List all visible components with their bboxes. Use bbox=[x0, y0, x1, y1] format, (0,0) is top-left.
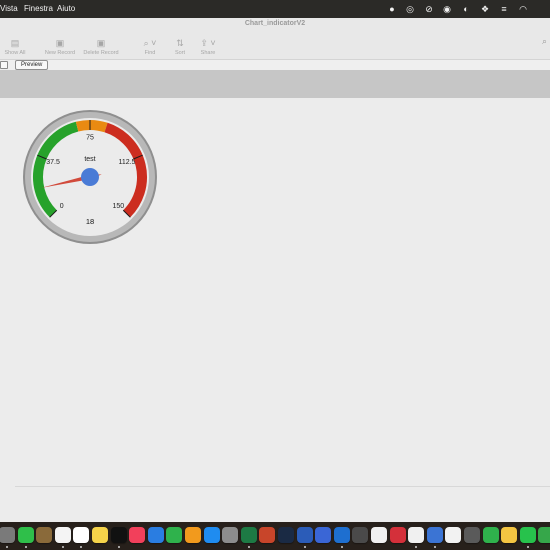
gauge-hub bbox=[81, 168, 99, 186]
system-preferences-icon[interactable] bbox=[222, 527, 239, 543]
folder-icon[interactable] bbox=[36, 527, 53, 543]
notes-icon[interactable] bbox=[92, 527, 108, 543]
search-icon: ⌕ ˅ bbox=[143, 38, 157, 48]
new-record-icon: ▣ bbox=[55, 38, 65, 48]
music-icon[interactable] bbox=[129, 527, 146, 543]
gauge-tick-label: 37.5 bbox=[46, 159, 60, 166]
menu-bar: Vista Finestra Aiuto ● ◎ ⊘ ◉ ◐ ❖ ≡ ◠ bbox=[0, 0, 550, 18]
dock-running-indicator bbox=[247, 546, 250, 548]
keynote-icon[interactable] bbox=[147, 527, 164, 543]
quick-search-icon[interactable]: ⌕ bbox=[542, 36, 547, 47]
layout-bottom-divider bbox=[15, 486, 550, 487]
outlook-icon[interactable] bbox=[333, 527, 350, 543]
dock-running-indicator bbox=[433, 546, 436, 548]
reminders-icon[interactable] bbox=[73, 527, 90, 543]
dock-running-indicator bbox=[303, 546, 306, 548]
share-button[interactable]: ⇪ ˅ Share bbox=[198, 36, 218, 56]
layout-content: 0 37.5 75 112.5 150 test 18 bbox=[0, 98, 550, 522]
gauge-title: test bbox=[84, 156, 95, 163]
filemaker-icon[interactable] bbox=[371, 527, 387, 543]
find-label: Find bbox=[144, 50, 156, 56]
gauge-tick-label: 0 bbox=[60, 203, 64, 210]
sliders-icon[interactable]: ≡ bbox=[498, 3, 510, 15]
pages-icon[interactable] bbox=[185, 527, 201, 543]
calendar-icon[interactable] bbox=[54, 527, 71, 543]
chrome-icon[interactable] bbox=[445, 527, 462, 543]
gauge-band-1 bbox=[75, 120, 108, 133]
powerpoint-icon[interactable] bbox=[259, 527, 276, 543]
delete-record-button[interactable]: ▣ Delete Record bbox=[82, 36, 120, 56]
filemaker-green-icon[interactable] bbox=[482, 527, 499, 543]
header-band bbox=[0, 70, 550, 98]
dock-running-indicator bbox=[415, 546, 418, 548]
menu-vista[interactable]: Vista bbox=[0, 4, 18, 13]
word-icon[interactable] bbox=[296, 527, 313, 543]
gauge-tick-label: 75 bbox=[86, 135, 94, 142]
new-record-label: New Record bbox=[44, 50, 76, 56]
record-icon[interactable]: ● bbox=[386, 3, 398, 15]
whatsapp-icon[interactable] bbox=[519, 527, 536, 543]
dock bbox=[0, 522, 550, 550]
slash-icon[interactable]: ⊘ bbox=[423, 3, 435, 15]
sort-button[interactable]: ⇅ Sort bbox=[172, 36, 188, 56]
close-circle-icon[interactable] bbox=[538, 527, 550, 543]
sort-icon: ⇅ bbox=[176, 38, 184, 48]
shield-app-icon[interactable] bbox=[389, 527, 406, 543]
find-button[interactable]: ⌕ ˅ Find bbox=[140, 36, 160, 56]
show-all-button[interactable]: ▤ Show All bbox=[4, 36, 26, 56]
app-store-icon[interactable] bbox=[203, 527, 220, 543]
app-window: Chart_indicatorV2 ▤ Show All ▣ New Recor… bbox=[0, 18, 550, 522]
dock-running-indicator bbox=[61, 546, 64, 548]
filemaker-pro-icon[interactable] bbox=[408, 527, 425, 543]
gauge-tick-label: 150 bbox=[112, 203, 124, 210]
excel-icon[interactable] bbox=[240, 527, 257, 543]
dock-running-indicator bbox=[340, 546, 343, 548]
layout-bar: Preview bbox=[0, 59, 550, 70]
show-all-label: Show All bbox=[4, 50, 26, 56]
dropbox-icon[interactable]: ❖ bbox=[479, 3, 491, 15]
dock-running-indicator bbox=[117, 546, 120, 548]
preview-button[interactable]: Preview bbox=[15, 60, 49, 70]
pen-tool-icon[interactable] bbox=[315, 527, 332, 543]
dev-tool-icon[interactable] bbox=[278, 527, 294, 543]
quicktime-icon[interactable] bbox=[352, 527, 369, 543]
delete-record-icon: ▣ bbox=[96, 38, 106, 48]
creative-cloud-icon[interactable]: ◎ bbox=[404, 3, 416, 15]
dock-running-indicator bbox=[526, 546, 529, 548]
avatar-icon[interactable]: ◉ bbox=[441, 3, 453, 15]
menu-finestra[interactable]: Finestra bbox=[24, 4, 53, 13]
show-all-icon: ▤ bbox=[10, 38, 20, 48]
apple-tv-icon[interactable] bbox=[110, 527, 127, 543]
dock-running-indicator bbox=[80, 546, 83, 548]
window-title: Chart_indicatorV2 bbox=[244, 20, 306, 27]
sort-label: Sort bbox=[174, 50, 186, 56]
gauge-tick-label: 112.5 bbox=[118, 159, 135, 166]
stickies-icon[interactable] bbox=[501, 527, 518, 543]
dock-running-indicator bbox=[24, 546, 27, 548]
wifi-icon[interactable]: ◠ bbox=[517, 3, 529, 15]
facetime-icon[interactable] bbox=[17, 527, 34, 543]
share-label: Share bbox=[200, 50, 216, 56]
delete-record-label: Delete Record bbox=[83, 50, 119, 56]
dock-running-indicator bbox=[6, 546, 8, 548]
gauge-value: 18 bbox=[86, 217, 94, 226]
preview-icon[interactable] bbox=[426, 527, 443, 543]
gauge-chart: 0 37.5 75 112.5 150 test 18 bbox=[23, 110, 157, 244]
quicktime-player-icon[interactable] bbox=[464, 527, 480, 543]
settings-icon[interactable] bbox=[0, 527, 15, 543]
eye-icon[interactable]: ◐ bbox=[460, 3, 472, 15]
layout-toggle-icon[interactable] bbox=[0, 61, 8, 69]
new-record-button[interactable]: ▣ New Record bbox=[44, 36, 76, 56]
menu-aiuto[interactable]: Aiuto bbox=[57, 4, 75, 13]
numbers-icon[interactable] bbox=[166, 527, 183, 543]
share-icon: ⇪ ˅ bbox=[200, 38, 216, 48]
